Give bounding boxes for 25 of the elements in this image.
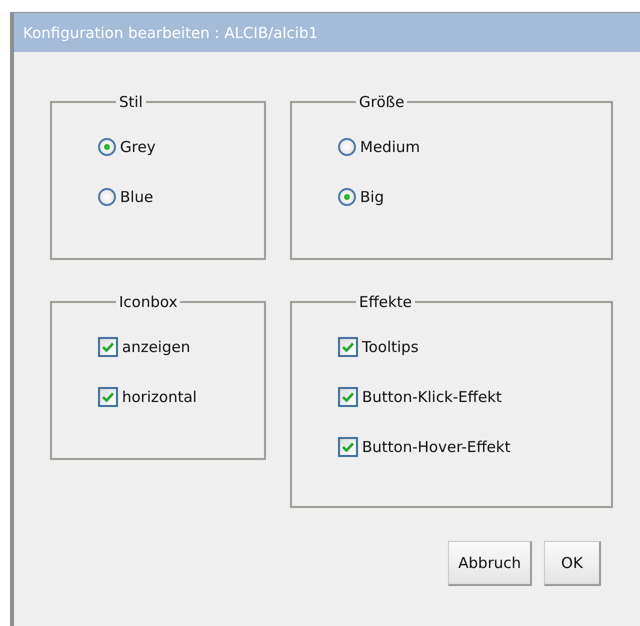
dialog-button[interactable]: Abbruch	[448, 541, 532, 586]
radio-option[interactable]: Big	[338, 183, 611, 210]
window-title: Konfiguration bearbeiten : ALCIB/alcib1	[14, 13, 640, 52]
checkbox-option[interactable]: Tooltips	[338, 333, 611, 360]
group-title: Effekte	[359, 293, 412, 311]
checkbox-option[interactable]: horizontal	[98, 383, 264, 410]
radio-option[interactable]: Blue	[98, 183, 264, 210]
group-title: Iconbox	[119, 293, 178, 311]
checkbox-icon[interactable]	[98, 336, 118, 356]
radio-icon[interactable]	[338, 188, 356, 206]
checkbox-icon[interactable]	[338, 436, 358, 456]
radio-option[interactable]: Grey	[98, 133, 264, 160]
checkbox-option[interactable]: anzeigen	[98, 333, 264, 360]
checkbox-icon[interactable]	[338, 336, 358, 356]
dialog-button[interactable]: OK	[544, 541, 601, 586]
checkbox-icon[interactable]	[338, 386, 358, 406]
radio-icon[interactable]	[338, 138, 356, 156]
checkbox-icon[interactable]	[98, 386, 118, 406]
radio-icon[interactable]	[98, 138, 116, 156]
group-title: Größe	[359, 93, 404, 111]
checkbox-option[interactable]: Button-Hover-Effekt	[338, 433, 611, 460]
radio-icon[interactable]	[98, 188, 116, 206]
checkbox-option[interactable]: Button-Klick-Effekt	[338, 383, 611, 410]
group-title: Stil	[119, 93, 143, 111]
radio-option[interactable]: Medium	[338, 133, 611, 160]
